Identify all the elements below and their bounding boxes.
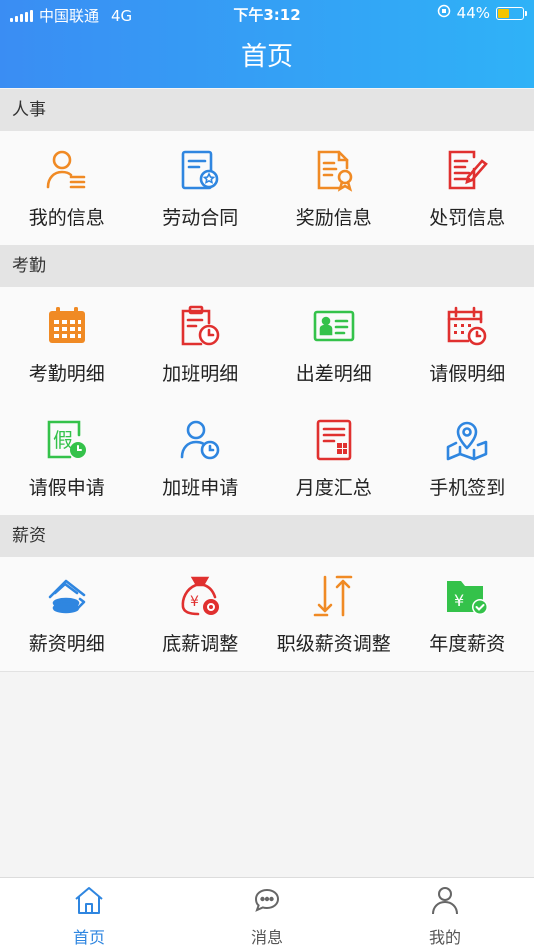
leave-apply-button[interactable]: 假 请假申请 [0,401,134,515]
mobile-checkin-button[interactable]: 手机签到 [401,401,534,515]
tile-label: 奖励信息 [296,203,372,230]
business-trip-detail-button[interactable]: 出差明细 [267,287,401,401]
app-header: 中国联通 4G 下午3:12 44% 首页 [0,0,534,88]
svg-text:假: 假 [53,428,73,452]
salary-detail-button[interactable]: 薪资明细 [0,557,134,671]
section-header-salary: 薪资 [0,515,534,557]
reward-certificate-icon [311,147,357,193]
attendance-calendar-icon [44,303,90,349]
salary-coins-icon [44,573,90,619]
monthly-summary-icon [311,417,357,463]
tile-label: 处罚信息 [429,203,505,230]
svg-text:¥: ¥ [190,594,199,610]
tab-bar: 首页 消息 我的 [0,877,534,951]
overtime-detail-button[interactable]: 加班明细 [134,287,268,401]
business-trip-card-icon [311,303,357,349]
tile-label: 我的信息 [29,203,105,230]
my-info-button[interactable]: 我的信息 [0,131,134,245]
salary-grid: 薪资明细 ¥ 底薪调整 职级薪资调整 ¥ [0,557,534,672]
tile-label: 薪资明细 [29,629,105,656]
tile-label: 加班明细 [162,359,238,386]
message-icon [251,884,283,916]
tile-label: 月度汇总 [296,473,372,500]
tile-label: 手机签到 [429,473,505,500]
annual-salary-button[interactable]: ¥ 年度薪资 [401,557,534,671]
map-checkin-icon [444,417,490,463]
tab-label: 消息 [251,924,283,948]
overtime-clipboard-icon [177,303,223,349]
reward-info-button[interactable]: 奖励信息 [267,131,401,245]
attendance-detail-button[interactable]: 考勤明细 [0,287,134,401]
orientation-lock-icon [437,4,451,22]
overtime-apply-icon [177,417,223,463]
user-info-icon [44,147,90,193]
rank-arrows-icon [311,573,357,619]
tile-label: 请假明细 [429,359,505,386]
page-title: 首页 [0,36,534,73]
battery-percent: 44% [457,4,490,22]
annual-salary-folder-icon: ¥ [444,573,490,619]
penalty-document-icon [444,147,490,193]
leave-detail-button[interactable]: 请假明细 [401,287,534,401]
personnel-grid: 我的信息 劳动合同 奖励信息 处罚信息 [0,131,534,245]
tab-label: 我的 [429,924,461,948]
contract-icon [177,147,223,193]
tile-label: 出差明细 [296,359,372,386]
svg-text:¥: ¥ [454,591,464,610]
labor-contract-button[interactable]: 劳动合同 [134,131,268,245]
section-header-personnel: 人事 [0,89,534,131]
monthly-summary-button[interactable]: 月度汇总 [267,401,401,515]
battery-icon [496,7,524,20]
rank-salary-adjust-button[interactable]: 职级薪资调整 [267,557,401,671]
tile-label: 劳动合同 [162,203,238,230]
tile-label: 职级薪资调整 [277,629,391,656]
status-bar: 中国联通 4G 下午3:12 44% [0,0,534,28]
section-header-attendance: 考勤 [0,245,534,287]
tile-label: 请假申请 [29,473,105,500]
tile-label: 考勤明细 [29,359,105,386]
tile-label: 年度薪资 [429,629,505,656]
attendance-grid: 考勤明细 加班明细 出差明细 请假明细 [0,287,534,515]
leave-calendar-clock-icon [444,303,490,349]
penalty-info-button[interactable]: 处罚信息 [401,131,534,245]
tile-label: 底薪调整 [162,629,238,656]
tab-messages[interactable]: 消息 [178,878,356,951]
tab-label: 首页 [73,924,105,948]
leave-apply-icon: 假 [44,417,90,463]
base-salary-bag-icon: ¥ [177,573,223,619]
base-salary-adjust-button[interactable]: ¥ 底薪调整 [134,557,268,671]
tile-label: 加班申请 [162,473,238,500]
overtime-apply-button[interactable]: 加班申请 [134,401,268,515]
tab-profile[interactable]: 我的 [356,878,534,951]
profile-icon [429,884,461,916]
home-icon [73,884,105,916]
tab-home[interactable]: 首页 [0,878,178,951]
